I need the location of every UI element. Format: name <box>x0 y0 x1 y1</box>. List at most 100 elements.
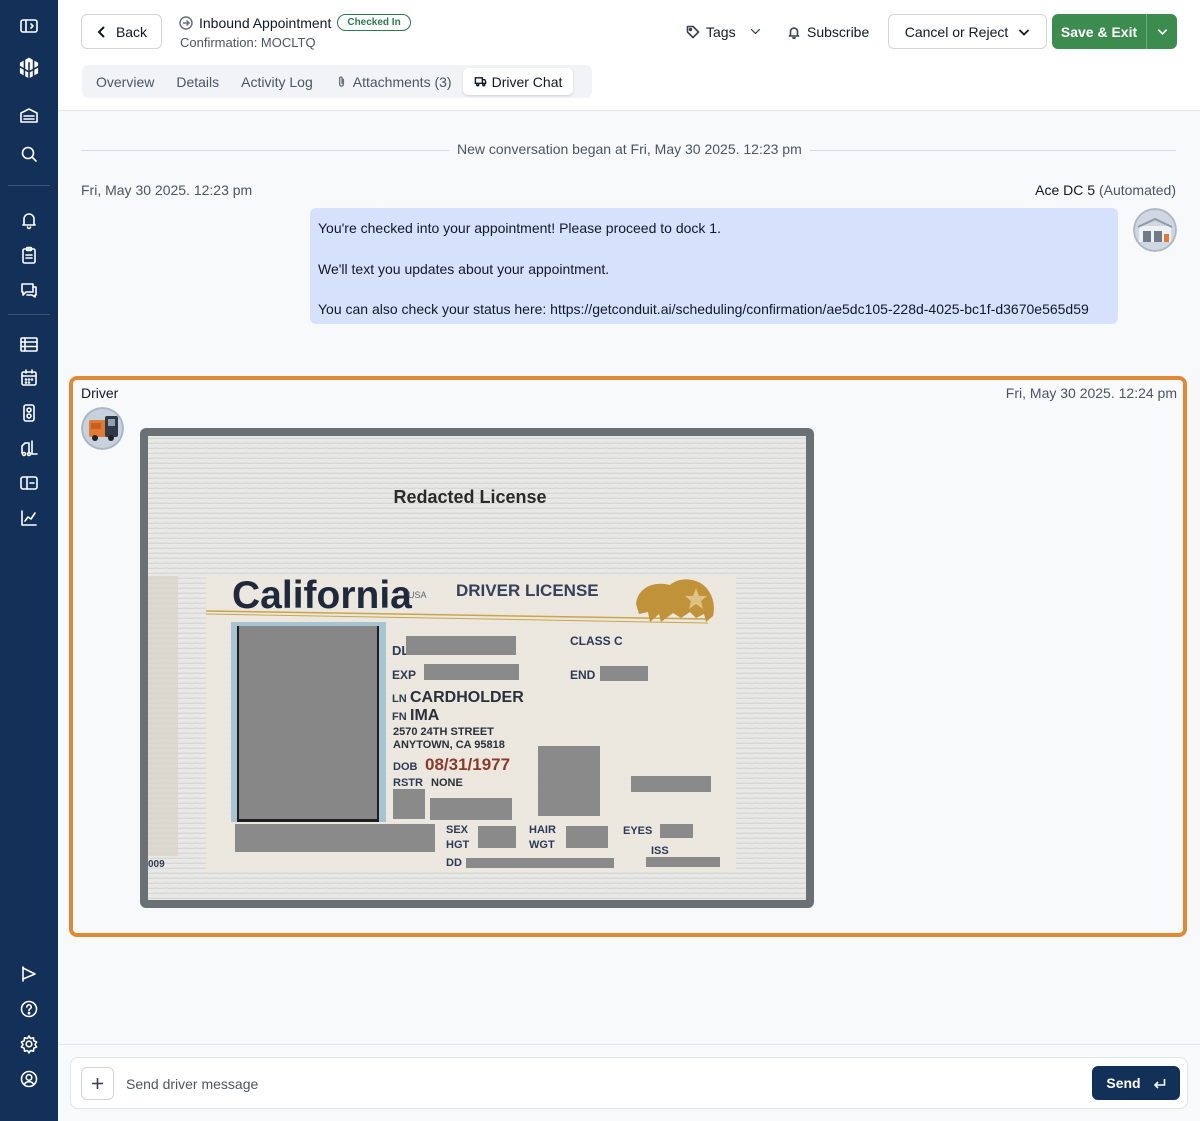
user-circle-icon[interactable] <box>13 1063 45 1095</box>
page-header: Back Inbound Appointment Checked In Conf… <box>58 0 1200 111</box>
license-sex-label: SEX <box>446 824 469 836</box>
sidebar-divider <box>8 185 50 186</box>
status-badge: Checked In <box>337 14 411 31</box>
message-sender: Ace DC 5 (Automated) <box>1035 182 1176 198</box>
save-label: Save & Exit <box>1060 23 1138 40</box>
enter-icon <box>1153 1078 1165 1089</box>
driver-message-input[interactable] <box>126 1068 1026 1100</box>
automated-message-bubble: You're checked into your appointment! Pl… <box>310 208 1118 324</box>
license-address-line-1: 2570 24TH STREET <box>393 726 494 738</box>
tab-activity-log[interactable]: Activity Log <box>230 68 324 95</box>
license-fn-label: FN <box>392 711 407 723</box>
tags-label: Tags <box>706 23 736 40</box>
license-iss-label: ISS <box>651 845 669 857</box>
list-icon[interactable] <box>13 328 45 360</box>
appointment-title: Inbound Appointment Checked In <box>179 14 411 31</box>
cancel-label: Cancel or Reject <box>904 23 1009 40</box>
driver-sender-label: Driver <box>81 385 119 401</box>
license-edge-number: 009 <box>148 859 165 870</box>
forklift-icon[interactable] <box>13 432 45 464</box>
license-dob-label: DOB <box>393 761 418 773</box>
tags-button[interactable]: Tags <box>686 14 761 49</box>
message-composer: Send <box>70 1057 1188 1109</box>
tab-driver-chat[interactable]: Driver Chat <box>462 68 574 95</box>
conversation-start-text: New conversation began at Fri, May 30 20… <box>449 141 810 157</box>
sidebar <box>0 0 58 1121</box>
gear-icon[interactable] <box>13 1028 45 1060</box>
license-dob: 08/31/1977 <box>425 755 510 774</box>
clipboard-icon[interactable] <box>13 239 45 271</box>
save-and-exit-button[interactable]: Save & Exit <box>1052 14 1177 49</box>
license-wgt-label: WGT <box>529 839 555 851</box>
chevron-down-icon <box>1157 29 1167 35</box>
tag-icon <box>686 25 700 38</box>
license-last-name: CARDHOLDER <box>410 689 524 706</box>
tab-label: Driver Chat <box>491 73 563 90</box>
license-hgt-label: HGT <box>446 839 470 851</box>
main-panel: Back Inbound Appointment Checked In Conf… <box>58 0 1200 1121</box>
license-first-name: IMA <box>410 707 440 724</box>
license-address-line-2: ANYTOWN, CA 95818 <box>393 739 505 751</box>
sender-name: Ace DC 5 <box>1035 182 1096 198</box>
chevron-down-icon <box>750 28 760 35</box>
plus-icon <box>92 1078 103 1089</box>
send-button[interactable]: Send <box>1092 1066 1180 1100</box>
cancel-or-reject-button[interactable]: Cancel or Reject <box>888 14 1047 49</box>
save-options-dropdown[interactable] <box>1147 26 1177 37</box>
map-icon[interactable] <box>13 467 45 499</box>
presentation-icon[interactable] <box>13 958 45 990</box>
license-heading: Redacted License <box>393 487 546 507</box>
license-ln-label: LN <box>392 693 407 705</box>
calendar-icon[interactable] <box>13 362 45 394</box>
license-end-label: END <box>570 668 596 682</box>
tab-label: Activity Log <box>241 73 313 90</box>
tab-attachments[interactable]: Attachments (3) <box>324 68 463 95</box>
bell-icon[interactable] <box>13 204 45 236</box>
tab-details[interactable]: Details <box>165 68 230 95</box>
back-label: Back <box>115 23 148 40</box>
message-line: You're checked into your appointment! Pl… <box>318 220 721 236</box>
driver-avatar <box>81 407 124 450</box>
truck-chat-icon <box>474 77 486 87</box>
facility-avatar <box>1133 208 1177 252</box>
add-attachment-button[interactable] <box>81 1067 114 1100</box>
arrow-circle-icon <box>179 15 193 30</box>
tab-label: Attachments (3) <box>352 73 452 90</box>
tab-overview[interactable]: Overview <box>85 68 165 95</box>
license-dd-label: DD <box>446 857 462 869</box>
warehouse-icon[interactable] <box>13 99 45 131</box>
license-exp-label: EXP <box>392 668 416 682</box>
license-country: USA <box>408 590 427 600</box>
logo-icon[interactable] <box>13 52 45 84</box>
chat-icon[interactable] <box>13 274 45 306</box>
back-button[interactable]: Back <box>81 14 162 49</box>
message-line: We'll text you updates about your appoin… <box>318 260 610 277</box>
license-rstr-value: NONE <box>431 777 463 789</box>
sender-automated-note: (Automated) <box>1098 182 1176 198</box>
license-state: California <box>232 574 412 617</box>
chevron-down-icon <box>1019 28 1030 36</box>
license-doc-type: DRIVER LICENSE <box>456 581 599 600</box>
message-timestamp: Fri, May 30 2025. 12:23 pm <box>81 182 253 198</box>
bell-icon <box>788 26 800 39</box>
search-icon[interactable] <box>13 138 45 170</box>
license-class: CLASS C <box>570 634 623 648</box>
confirmation-number: Confirmation: MOCLTQ <box>180 35 316 50</box>
redacted-photo <box>239 626 377 819</box>
chart-line-icon[interactable] <box>13 502 45 534</box>
subscribe-button[interactable]: Subscribe <box>787 14 869 49</box>
help-icon[interactable] <box>13 993 45 1025</box>
license-image-attachment[interactable]: Redacted License California USA DRIVER L… <box>140 428 814 908</box>
driver-message-timestamp: Fri, May 30 2025. 12:24 pm <box>1005 385 1177 401</box>
paperclip-icon <box>338 76 344 87</box>
sidebar-toggle-icon[interactable] <box>13 10 45 42</box>
subscribe-label: Subscribe <box>807 23 870 40</box>
appointment-title-text: Inbound Appointment <box>199 14 332 31</box>
message-line: You can also check your status here: htt… <box>318 301 1089 318</box>
tab-label: Details <box>176 73 220 90</box>
tab-bar: Overview Details Activity Log Attachment… <box>82 65 592 98</box>
license-eyes-label: EYES <box>623 825 652 837</box>
license-rstr-label: RSTR <box>393 777 423 789</box>
door-icon[interactable] <box>13 397 45 429</box>
license-hair-label: HAIR <box>529 824 556 836</box>
